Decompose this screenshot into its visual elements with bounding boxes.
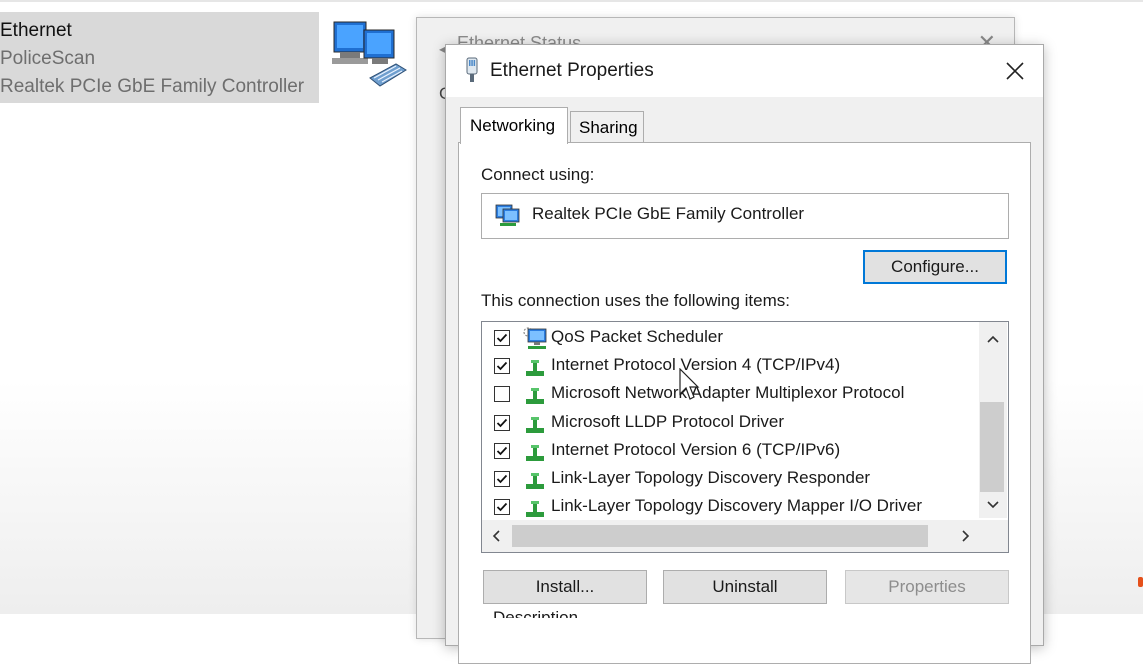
scroll-left-button[interactable]	[482, 520, 510, 552]
adapter-tile-name: Ethernet	[0, 20, 72, 41]
horizontal-scroll-thumb[interactable]	[512, 525, 928, 547]
list-item[interactable]: Internet Protocol Version 4 (TCP/IPv4)	[482, 352, 978, 380]
scroll-up-button[interactable]	[979, 322, 1007, 356]
adapter-tile-device: Realtek PCIe GbE Family Controller	[0, 76, 305, 97]
scroll-right-button[interactable]	[952, 520, 980, 552]
properties-button[interactable]: Properties	[845, 570, 1009, 604]
tab-networking-label: Networking	[470, 116, 556, 135]
chevron-up-icon	[987, 335, 999, 343]
networking-panel: Connect using: Realtek PCIe GbE Family C…	[458, 142, 1031, 664]
uninstall-button[interactable]: Uninstall	[663, 570, 827, 604]
item-checkbox[interactable]	[494, 471, 510, 487]
item-label: QoS Packet Scheduler	[551, 327, 723, 346]
network-service-icon	[523, 327, 547, 349]
protocol-icon	[526, 473, 544, 489]
item-checkbox[interactable]	[494, 442, 510, 459]
network-adapter-icon	[332, 21, 407, 87]
list-item[interactable]: Link-Layer Topology Discovery Responder	[482, 465, 978, 493]
titlebar[interactable]: Ethernet Properties	[446, 45, 1043, 97]
protocol-icon	[526, 416, 544, 433]
list-item[interactable]: Internet Protocol Version 6 (TCP/IPv6)	[482, 437, 978, 465]
protocol-icon	[526, 444, 544, 461]
item-label: Link-Layer Topology Discovery Mapper I/O…	[551, 496, 922, 516]
properties-label: Properties	[888, 577, 966, 596]
item-label: Microsoft LLDP Protocol Driver	[551, 411, 785, 431]
tab-sharing-label: Sharing	[579, 118, 638, 137]
protocol-icon	[526, 360, 544, 377]
dialog-title: Ethernet Properties	[490, 60, 654, 81]
item-checkbox[interactable]	[494, 358, 510, 375]
adapter-field: Realtek PCIe GbE Family Controller	[481, 193, 1009, 239]
checkmark-icon	[496, 418, 508, 427]
list-item[interactable]: Link-Layer Topology Discovery Mapper I/O…	[482, 493, 978, 521]
item-label: Internet Protocol Version 6 (TCP/IPv6)	[551, 439, 841, 459]
item-checkbox[interactable]	[494, 330, 510, 346]
items-label: This connection uses the following items…	[481, 291, 790, 310]
connect-using-label: Connect using:	[481, 165, 595, 184]
protocol-icon	[526, 501, 544, 518]
item-label: Microsoft Network Adapter Multiplexor Pr…	[551, 383, 905, 403]
adapter-tile-ethernet[interactable]: Ethernet PoliceScan Realtek PCIe GbE Fam…	[0, 12, 319, 103]
list-item[interactable]: Microsoft LLDP Protocol Driver	[482, 409, 978, 437]
checkmark-icon	[496, 333, 508, 343]
protocol-icon	[526, 388, 544, 405]
checkmark-icon	[496, 503, 508, 512]
chevron-down-icon	[987, 501, 999, 509]
checkmark-icon	[496, 474, 508, 484]
top-border	[0, 0, 1143, 2]
chevron-left-icon	[492, 530, 500, 542]
ethernet-plug-icon	[466, 57, 478, 82]
item-label: Link-Layer Topology Discovery Responder	[551, 468, 871, 487]
scroll-down-button[interactable]	[979, 494, 1007, 520]
install-label: Install...	[535, 577, 595, 596]
adapter-icon	[495, 204, 520, 226]
close-icon	[1006, 62, 1024, 80]
checkmark-icon	[496, 362, 508, 371]
chevron-right-icon	[962, 530, 970, 542]
adapter-tile-network: PoliceScan	[0, 48, 96, 69]
install-button[interactable]: Install...	[483, 570, 647, 604]
item-checkbox[interactable]	[494, 499, 510, 516]
horizontal-scrollbar[interactable]	[482, 520, 1008, 552]
close-button[interactable]	[993, 51, 1037, 91]
item-checkbox[interactable]	[494, 414, 510, 431]
edge-marker	[1138, 577, 1143, 587]
vertical-scrollbar[interactable]	[979, 322, 1007, 518]
checkmark-icon	[496, 446, 508, 456]
list-item[interactable]: QoS Packet Scheduler	[482, 324, 978, 352]
list-item[interactable]: Microsoft Network Adapter Multiplexor Pr…	[482, 380, 978, 408]
connection-items-list[interactable]: QoS Packet Scheduler Internet Protocol Ve…	[481, 321, 1009, 553]
vertical-scroll-thumb[interactable]	[980, 402, 1004, 492]
item-checkbox[interactable]	[494, 386, 510, 403]
tab-sharing[interactable]: Sharing	[570, 111, 644, 142]
mouse-cursor-icon	[679, 368, 700, 400]
configure-label: Configure...	[891, 257, 979, 276]
configure-button[interactable]: Configure...	[863, 250, 1007, 284]
ethernet-properties-dialog: Ethernet Properties Networking Sharing C…	[445, 44, 1044, 664]
description-label: Description	[493, 608, 579, 618]
uninstall-label: Uninstall	[712, 577, 778, 596]
adapter-name: Realtek PCIe GbE Family Controller	[532, 204, 805, 223]
tab-networking[interactable]: Networking	[460, 107, 568, 144]
